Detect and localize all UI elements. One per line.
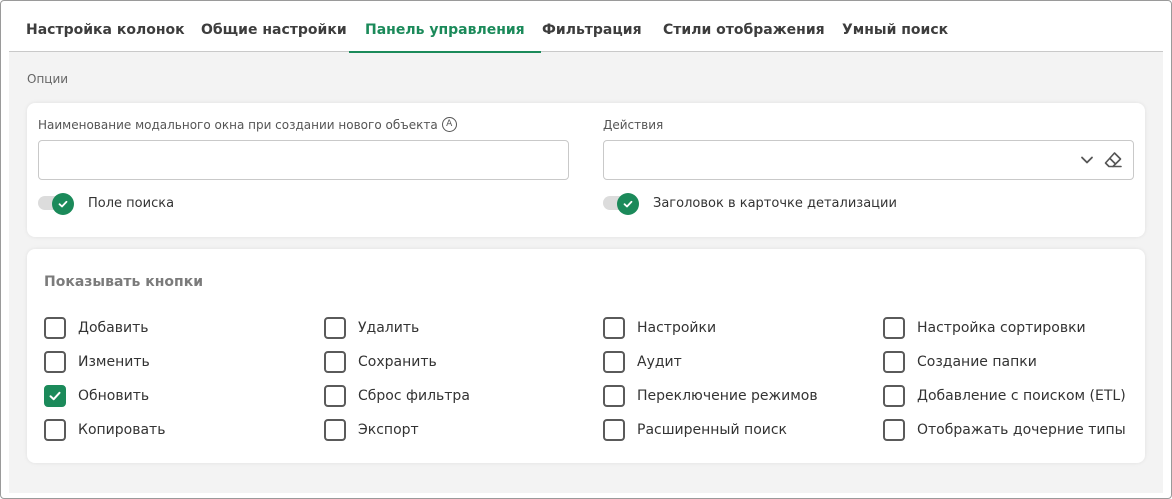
actions-label-text: Действия [603, 118, 664, 132]
info-icon[interactable]: A [441, 117, 457, 132]
show-buttons-title: Показывать кнопки [44, 274, 204, 290]
actions-select[interactable] [603, 140, 1134, 180]
checkbox-label: Переключение режимов [637, 388, 818, 404]
options-section-label: Опции [27, 72, 69, 86]
checkbox-item[interactable]: Расширенный поиск [603, 419, 787, 441]
checkbox-checked[interactable] [44, 385, 66, 407]
checkbox-item[interactable]: Настройки [603, 317, 716, 339]
checkbox[interactable] [603, 385, 625, 407]
checkbox-label: Добавление с поиском (ETL) [917, 388, 1126, 404]
modal-name-input[interactable] [38, 140, 569, 180]
chevron-down-icon[interactable] [1077, 150, 1097, 170]
checkbox-label: Создание папки [917, 354, 1037, 370]
checkbox-item[interactable]: Переключение режимов [603, 385, 818, 407]
checkbox[interactable] [44, 419, 66, 441]
actions-label: Действия [603, 118, 663, 132]
tab-general-settings[interactable]: Общие настройки [201, 9, 347, 52]
checkbox-label: Добавить [78, 320, 149, 336]
checkbox-label: Сохранить [358, 354, 437, 370]
checkbox-label: Копировать [78, 422, 166, 438]
checkbox-item[interactable]: Сохранить [324, 351, 437, 373]
checkbox-label: Обновить [78, 388, 150, 404]
checkbox-item[interactable]: Добавление с поиском (ETL) [883, 385, 1126, 407]
detail-header-toggle[interactable] [603, 193, 639, 215]
checkbox-label: Расширенный поиск [637, 422, 788, 438]
show-buttons-card: Показывать кнопки Добавить Изменить Обнови… [27, 249, 1145, 463]
checkbox[interactable] [44, 317, 66, 339]
checkbox-item[interactable]: Создание папки [883, 351, 1037, 373]
checkbox-item[interactable]: Сброс фильтра [324, 385, 470, 407]
tab-control-panel[interactable]: Панель управления [349, 9, 541, 53]
tab-column-settings[interactable]: Настройка колонок [26, 9, 185, 52]
checkbox-label: Настройки [637, 320, 717, 336]
checkbox-item[interactable]: Настройка сортировки [883, 317, 1086, 339]
tab-smart-search[interactable]: Умный поиск [842, 9, 948, 52]
settings-window: Настройка колонок Общие настройки Панель… [0, 0, 1172, 499]
checkbox[interactable] [324, 419, 346, 441]
checkbox-item[interactable]: Аудит [603, 351, 682, 373]
search-field-toggle[interactable] [38, 193, 74, 215]
search-field-toggle-label: Поле поиска [88, 195, 175, 211]
checkbox[interactable] [883, 351, 905, 373]
checkbox[interactable] [324, 317, 346, 339]
checkbox-item[interactable]: Экспорт [324, 419, 419, 441]
checkbox[interactable] [603, 419, 625, 441]
checkbox[interactable] [324, 351, 346, 373]
tab-bar: Настройка колонок Общие настройки Панель… [9, 9, 1163, 53]
check-icon [52, 193, 74, 215]
checkbox-label: Сброс фильтра [358, 388, 470, 404]
checkbox[interactable] [883, 317, 905, 339]
checkbox-label: Удалить [358, 320, 420, 336]
checkbox-label: Аудит [637, 354, 682, 370]
checkbox[interactable] [324, 385, 346, 407]
options-card: Наименование модального окна при создани… [27, 103, 1145, 237]
checkbox-item[interactable]: Добавить [44, 317, 148, 339]
checkbox[interactable] [44, 351, 66, 373]
eraser-icon[interactable] [1103, 150, 1123, 170]
checkbox-item[interactable]: Удалить [324, 317, 419, 339]
detail-header-toggle-row: Заголовок в карточке детализации [603, 193, 897, 215]
settings-panel: Настройка колонок Общие настройки Панель… [9, 9, 1163, 493]
modal-name-label: Наименование модального окна при создани… [38, 117, 457, 132]
checkbox[interactable] [603, 351, 625, 373]
checkbox-label: Экспорт [358, 422, 419, 438]
actions-select-icons [1077, 150, 1123, 170]
modal-name-label-text: Наименование модального окна при создани… [38, 117, 438, 132]
tab-filtering[interactable]: Фильтрация [542, 9, 642, 52]
checkbox-label: Изменить [78, 354, 150, 370]
check-icon [49, 391, 61, 401]
check-icon [617, 193, 639, 215]
checkbox-item[interactable]: Отображать дочерние типы [883, 419, 1126, 441]
checkbox[interactable] [883, 419, 905, 441]
checkbox-label: Настройка сортировки [917, 320, 1086, 336]
checkbox-item[interactable]: Изменить [44, 351, 150, 373]
search-field-toggle-row: Поле поиска [38, 193, 175, 215]
checkbox[interactable] [603, 317, 625, 339]
checkbox-item[interactable]: Копировать [44, 419, 165, 441]
detail-header-toggle-label: Заголовок в карточке детализации [653, 195, 897, 211]
tab-display-styles[interactable]: Стили отображения [663, 9, 825, 52]
checkbox-item[interactable]: Обновить [44, 385, 149, 407]
checkbox[interactable] [883, 385, 905, 407]
checkbox-label: Отображать дочерние типы [917, 422, 1126, 438]
